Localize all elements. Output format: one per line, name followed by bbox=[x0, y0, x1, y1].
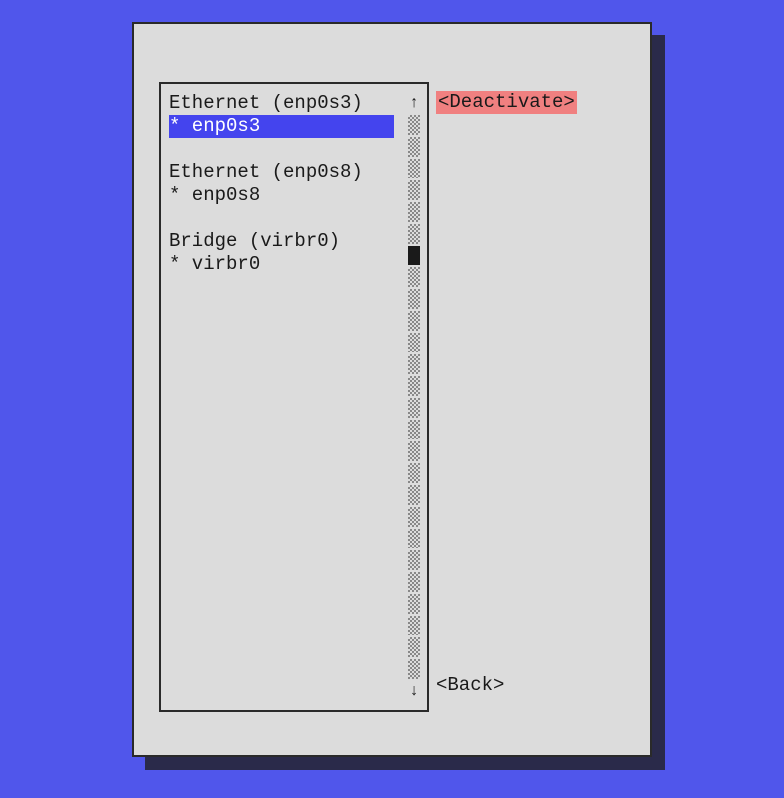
back-button[interactable]: <Back> bbox=[436, 674, 504, 697]
scroll-track[interactable] bbox=[408, 114, 420, 680]
scroll-segment bbox=[408, 115, 420, 135]
scroll-segment bbox=[408, 180, 420, 200]
connection-group-header[interactable]: Ethernet (enp0s3) bbox=[169, 92, 394, 115]
scroll-segment bbox=[408, 376, 420, 396]
scroll-segment bbox=[408, 202, 420, 222]
scroll-segment bbox=[408, 289, 420, 309]
scroll-segment bbox=[408, 398, 420, 418]
main-window: Ethernet (enp0s3)* enp0s3 Ethernet (enp0… bbox=[132, 22, 652, 757]
scrollbar[interactable]: ↑ ↓ bbox=[407, 92, 421, 702]
scroll-thumb[interactable] bbox=[408, 246, 420, 266]
connection-list-box: Ethernet (enp0s3)* enp0s3 Ethernet (enp0… bbox=[159, 82, 429, 712]
scroll-segment bbox=[408, 311, 420, 331]
connection-item[interactable]: * virbr0 bbox=[169, 253, 394, 276]
scroll-segment bbox=[408, 159, 420, 179]
scroll-segment bbox=[408, 550, 420, 570]
scroll-down-arrow[interactable]: ↓ bbox=[409, 680, 419, 702]
connection-group-header[interactable]: Bridge (virbr0) bbox=[169, 230, 394, 253]
scroll-segment bbox=[408, 572, 420, 592]
scroll-segment bbox=[408, 267, 420, 287]
scroll-segment bbox=[408, 333, 420, 353]
scroll-segment bbox=[408, 594, 420, 614]
scroll-segment bbox=[408, 224, 420, 244]
scroll-up-arrow[interactable]: ↑ bbox=[409, 92, 419, 114]
scroll-segment bbox=[408, 507, 420, 527]
scroll-segment bbox=[408, 659, 420, 679]
scroll-segment bbox=[408, 637, 420, 657]
scroll-segment bbox=[408, 137, 420, 157]
scroll-segment bbox=[408, 441, 420, 461]
scroll-segment bbox=[408, 485, 420, 505]
deactivate-button[interactable]: <Deactivate> bbox=[436, 91, 577, 114]
blank-line bbox=[169, 138, 394, 161]
connection-item[interactable]: * enp0s3 bbox=[169, 115, 394, 138]
scroll-segment bbox=[408, 354, 420, 374]
scroll-segment bbox=[408, 463, 420, 483]
connection-item[interactable]: * enp0s8 bbox=[169, 184, 394, 207]
scroll-segment bbox=[408, 420, 420, 440]
scroll-segment bbox=[408, 529, 420, 549]
scroll-segment bbox=[408, 616, 420, 636]
connection-group-header[interactable]: Ethernet (enp0s8) bbox=[169, 161, 394, 184]
connection-list[interactable]: Ethernet (enp0s3)* enp0s3 Ethernet (enp0… bbox=[169, 92, 394, 276]
blank-line bbox=[169, 207, 394, 230]
